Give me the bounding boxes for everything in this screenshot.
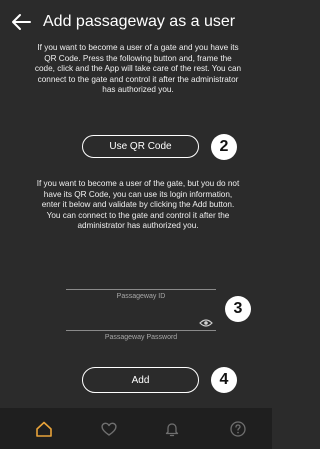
- passageway-password-label: Passageway Password: [104, 334, 178, 341]
- back-arrow-icon[interactable]: [10, 13, 32, 31]
- step-badge-2: 2: [211, 134, 237, 160]
- step-badge-3: 3: [225, 296, 251, 322]
- passageway-id-field[interactable]: [66, 289, 216, 290]
- passageway-id-label: Passageway ID: [116, 293, 166, 300]
- add-button[interactable]: Add: [82, 367, 199, 393]
- use-qr-code-button[interactable]: Use QR Code: [82, 135, 199, 158]
- manual-instructions: If you want to become a user of the gate…: [36, 179, 240, 231]
- help-icon[interactable]: [229, 420, 247, 438]
- header-bar: Add passageway as a user: [0, 0, 272, 44]
- show-password-eye-icon[interactable]: [199, 318, 213, 328]
- bell-icon[interactable]: [163, 420, 181, 438]
- qr-instructions: If you want to become a user of a gate a…: [34, 43, 242, 95]
- bottom-nav-bar: [0, 408, 272, 449]
- heart-icon[interactable]: [100, 420, 118, 438]
- page-title: Add passageway as a user: [43, 13, 236, 30]
- passageway-password-field[interactable]: [66, 330, 216, 331]
- home-icon[interactable]: [35, 420, 53, 438]
- step-badge-4: 4: [211, 367, 237, 393]
